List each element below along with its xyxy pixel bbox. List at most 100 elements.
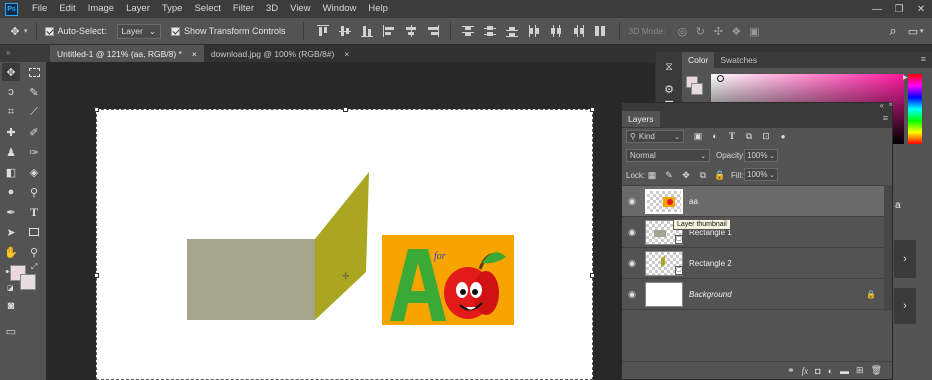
a-for-apple-image[interactable]: for bbox=[382, 235, 514, 325]
3d-roll-icon[interactable]: ↻ bbox=[691, 21, 709, 41]
lock-all-icon[interactable]: 🔒 bbox=[714, 169, 726, 181]
show-transform-checkbox[interactable] bbox=[170, 26, 180, 36]
align-bottom-icon[interactable] bbox=[360, 24, 374, 38]
adjustment-layer-icon[interactable]: ◐ bbox=[828, 366, 833, 376]
close-icon[interactable]: × bbox=[344, 49, 349, 59]
expand-panel-button[interactable]: › bbox=[894, 288, 916, 324]
blend-mode-dropdown[interactable]: Normal ⌄ bbox=[626, 149, 710, 162]
distribute-vcenter-icon[interactable] bbox=[483, 24, 497, 38]
pixel-filter-icon[interactable]: ▣ bbox=[692, 130, 704, 142]
history-panel-icon[interactable]: ⧖ bbox=[660, 58, 678, 76]
lock-icon[interactable]: 🔒 bbox=[866, 290, 876, 299]
menu-select[interactable]: Select bbox=[188, 0, 226, 18]
lock-transparent-pixels-icon[interactable]: ▦ bbox=[646, 169, 658, 181]
layer-thumbnail[interactable] bbox=[645, 281, 683, 307]
3d-scale-icon[interactable]: ▣ bbox=[745, 21, 763, 41]
align-left-icon[interactable] bbox=[382, 24, 396, 38]
menu-help[interactable]: Help bbox=[362, 0, 394, 18]
expand-panel-button[interactable]: › bbox=[894, 240, 916, 278]
layer-row-background[interactable]: ◉ Background 🔒 bbox=[622, 279, 884, 310]
tab-layers[interactable]: Layers bbox=[622, 111, 660, 127]
align-horizontal-center-icon[interactable] bbox=[404, 24, 418, 38]
panel-menu-icon[interactable]: ≡ bbox=[883, 113, 888, 123]
healing-brush-tool-icon[interactable]: ✚ bbox=[2, 123, 20, 141]
clone-stamp-tool-icon[interactable]: ♟ bbox=[2, 143, 20, 161]
type-filter-icon[interactable]: T bbox=[726, 130, 738, 142]
tool-preset-chevron-icon[interactable]: ▾ bbox=[24, 27, 28, 35]
new-group-icon[interactable]: ▬ bbox=[840, 366, 849, 376]
visibility-eye-icon[interactable]: ◉ bbox=[622, 289, 642, 300]
menu-image[interactable]: Image bbox=[82, 0, 120, 18]
crop-tool-icon[interactable]: ⌗ bbox=[2, 103, 20, 121]
hand-tool-icon[interactable]: ✋ bbox=[2, 243, 20, 261]
background-color-swatch[interactable] bbox=[20, 274, 36, 290]
swap-colors-icon[interactable]: ⤢ bbox=[31, 262, 37, 272]
auto-select-dropdown[interactable]: Layer ⌄ bbox=[116, 23, 161, 39]
path-selection-tool-icon[interactable]: ➤ bbox=[2, 223, 20, 241]
layers-panel-grip[interactable]: « × bbox=[622, 100, 893, 111]
distribute-hcenter-icon[interactable] bbox=[549, 24, 563, 38]
shape-filter-icon[interactable]: ⧉ bbox=[743, 130, 755, 142]
zoom-tool-icon[interactable]: ⚲ bbox=[25, 243, 43, 261]
distribute-top-icon[interactable] bbox=[461, 24, 475, 38]
restore-button[interactable]: ❐ bbox=[888, 0, 910, 18]
menu-type[interactable]: Type bbox=[156, 0, 189, 18]
move-tool-icon[interactable]: ✥ bbox=[6, 21, 24, 41]
collapse-panel-icon[interactable]: « bbox=[880, 101, 884, 110]
distribute-left-icon[interactable] bbox=[527, 24, 541, 38]
fill-input[interactable]: 100% ⌄ bbox=[744, 168, 778, 181]
lock-position-icon[interactable]: ✥ bbox=[680, 169, 692, 181]
filter-toggle-icon[interactable]: ● bbox=[777, 130, 789, 142]
menu-layer[interactable]: Layer bbox=[120, 0, 156, 18]
tab-color[interactable]: Color bbox=[682, 52, 715, 68]
document-canvas[interactable]: for bbox=[96, 109, 593, 380]
tab-swatches[interactable]: Swatches bbox=[714, 52, 763, 68]
align-vertical-center-icon[interactable] bbox=[338, 24, 352, 38]
tab-download-jpg[interactable]: download.jpg @ 100% (RGB/8#) × bbox=[204, 45, 356, 62]
opacity-input[interactable]: 100% ⌄ bbox=[744, 149, 778, 162]
lock-image-pixels-icon[interactable]: ✎ bbox=[663, 169, 675, 181]
eraser-tool-icon[interactable]: ◧ bbox=[2, 163, 20, 181]
pen-tool-icon[interactable]: ✒ bbox=[2, 203, 20, 221]
3d-pan-icon[interactable]: ✣ bbox=[709, 21, 727, 41]
screen-mode-icon[interactable]: ▭ bbox=[2, 322, 20, 340]
visibility-eye-icon[interactable]: ◉ bbox=[622, 196, 642, 207]
dodge-tool-icon[interactable]: ⚲ bbox=[25, 183, 43, 201]
layer-row-aa[interactable]: ◉ aa bbox=[622, 186, 884, 217]
visibility-eye-icon[interactable]: ◉ bbox=[622, 258, 642, 269]
menu-window[interactable]: Window bbox=[317, 0, 363, 18]
history-brush-tool-icon[interactable]: ✑ bbox=[25, 143, 43, 161]
close-button[interactable]: ✕ bbox=[910, 0, 932, 18]
menu-file[interactable]: File bbox=[26, 0, 53, 18]
auto-select-checkbox[interactable] bbox=[44, 26, 54, 36]
search-icon[interactable]: ⌕ bbox=[884, 21, 902, 41]
gray-rectangle-shape[interactable] bbox=[187, 239, 315, 320]
close-icon[interactable]: × bbox=[192, 49, 197, 59]
layer-row-rectangle-2[interactable]: ◉ ▢ Rectangle 2 bbox=[622, 248, 884, 279]
olive-parallelogram-shape[interactable] bbox=[315, 172, 369, 320]
marquee-tool-icon[interactable] bbox=[25, 63, 43, 81]
layer-thumbnail[interactable]: ▢ bbox=[645, 250, 683, 276]
lasso-tool-icon[interactable]: ↄ bbox=[2, 83, 20, 101]
type-tool-icon[interactable]: T bbox=[25, 203, 43, 221]
new-layer-icon[interactable]: ⊞ bbox=[856, 365, 864, 376]
align-right-icon[interactable] bbox=[426, 24, 440, 38]
minimize-button[interactable]: — bbox=[866, 0, 888, 18]
trash-icon[interactable]: 🗑 bbox=[871, 365, 882, 376]
distribute-bottom-icon[interactable] bbox=[505, 24, 519, 38]
move-tool-icon[interactable]: ✥ bbox=[2, 63, 20, 81]
layers-scrollbar[interactable] bbox=[884, 185, 892, 311]
blur-tool-icon[interactable]: ● bbox=[2, 183, 20, 201]
3d-slide-icon[interactable]: ❖ bbox=[727, 21, 745, 41]
quick-mask-icon[interactable]: ◙ bbox=[2, 297, 20, 315]
add-mask-icon[interactable]: ◘ bbox=[815, 366, 820, 376]
adjustment-filter-icon[interactable]: ◐ bbox=[709, 130, 721, 142]
auto-align-icon[interactable] bbox=[593, 24, 607, 38]
layer-filter-dropdown[interactable]: ⚲ Kind ⌄ bbox=[626, 130, 684, 143]
workspace-chevron-icon[interactable]: ▾ bbox=[920, 27, 924, 35]
layer-style-icon[interactable]: fx bbox=[802, 366, 809, 376]
smart-object-filter-icon[interactable]: ⊡ bbox=[760, 130, 772, 142]
panel-menu-icon[interactable]: ≡ bbox=[921, 54, 926, 64]
visibility-eye-icon[interactable]: ◉ bbox=[622, 227, 642, 238]
paint-bucket-tool-icon[interactable]: ◈ bbox=[25, 163, 43, 181]
